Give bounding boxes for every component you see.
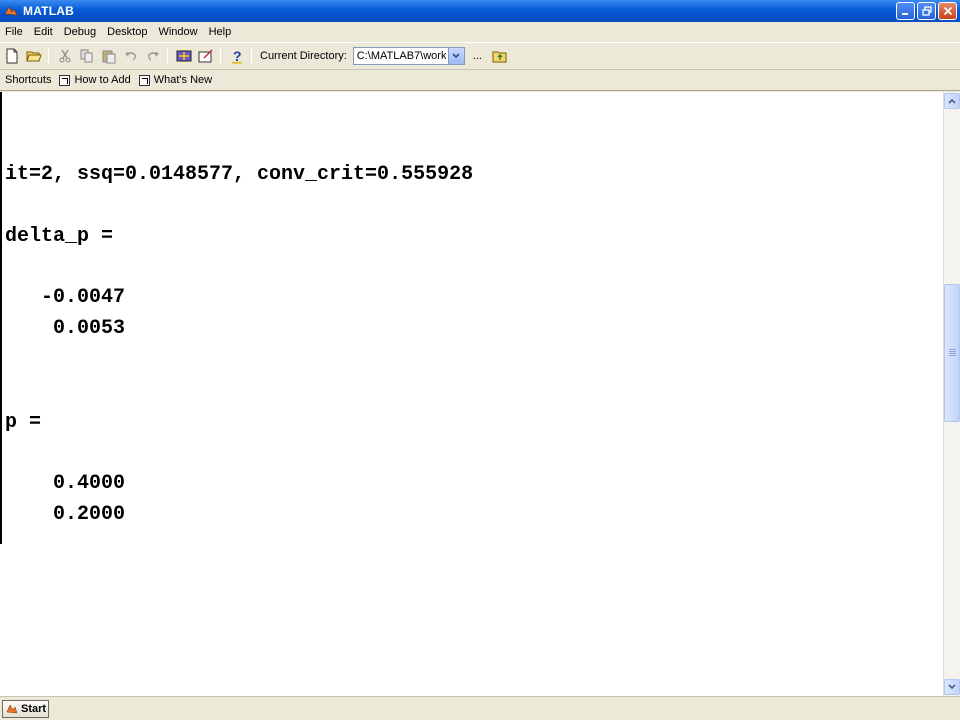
menu-edit[interactable]: Edit [29,22,59,42]
command-output-line: it=2, ssq=0.0148577, conv_crit=0.555928 [5,163,474,186]
shortcut-how-to-add-label: How to Add [74,74,131,86]
toolbar: ? Current Directory: C:\MATLAB7\work ... [0,42,960,70]
toolbar-separator [220,47,221,65]
command-output-line: 0.0053 [5,317,126,340]
shortcut-arrow-icon [59,74,71,86]
toolbar-separator [167,47,168,65]
shortcuts-label[interactable]: Shortcuts [5,74,51,86]
current-directory-value[interactable]: C:\MATLAB7\work [354,50,447,62]
new-file-icon[interactable] [2,46,22,66]
shortcut-arrow-icon [138,74,150,86]
svg-text:?: ? [233,48,242,64]
vertical-scrollbar[interactable] [943,92,960,696]
close-button[interactable] [938,2,957,20]
command-output-line: 0.4000 [5,472,126,495]
status-bar: Start [0,696,960,720]
guide-icon[interactable] [196,46,216,66]
help-icon[interactable]: ? [227,46,247,66]
command-output-line: 0.2000 [5,503,126,526]
matlab-logo-icon [6,703,18,715]
current-directory-combobox[interactable]: C:\MATLAB7\work [352,47,465,65]
command-window-left-border [0,92,2,544]
maximize-button[interactable] [917,2,936,20]
minimize-button[interactable] [896,2,915,20]
command-output-line: -0.0047 [5,286,126,309]
open-folder-icon[interactable] [24,46,44,66]
matlab-logo-icon [4,4,18,18]
chevron-up-icon [948,98,956,104]
simulink-icon[interactable] [174,46,194,66]
shortcuts-bar: Shortcuts How to Add What's New [0,70,960,91]
chevron-down-icon [948,684,956,690]
redo-icon[interactable] [143,46,163,66]
command-window[interactable]: it=2, ssq=0.0148577, conv_crit=0.555928 … [0,92,943,696]
shortcut-how-to-add[interactable]: How to Add [59,74,131,86]
scroll-up-button[interactable] [944,93,960,109]
command-output-line: delta_p = [5,225,114,248]
browse-directory-button[interactable]: ... [473,50,482,62]
shortcut-whats-new[interactable]: What's New [138,74,213,86]
toolbar-separator [251,47,252,65]
menu-file[interactable]: File [0,22,29,42]
cut-icon[interactable] [55,46,75,66]
matlab-window: MATLAB File Edit Debug Desktop Window He… [0,0,960,720]
toolbar-separator [48,47,49,65]
copy-icon[interactable] [77,46,97,66]
window-controls [896,2,957,20]
window-title: MATLAB [23,4,74,18]
paste-icon[interactable] [99,46,119,66]
menu-debug[interactable]: Debug [59,22,102,42]
current-directory-label: Current Directory: [260,50,347,62]
start-label: Start [21,703,47,715]
up-folder-icon[interactable] [490,46,510,66]
shortcut-whats-new-label: What's New [153,74,213,86]
menu-bar: File Edit Debug Desktop Window Help [0,22,960,42]
command-output-line: p = [5,411,42,434]
undo-icon[interactable] [121,46,141,66]
chevron-down-icon[interactable] [447,48,464,64]
title-bar[interactable]: MATLAB [0,0,960,22]
menu-desktop[interactable]: Desktop [102,22,153,42]
scroll-down-button[interactable] [944,679,960,695]
menu-window[interactable]: Window [153,22,203,42]
scroll-grip-icon [949,349,956,357]
menu-help[interactable]: Help [204,22,238,42]
scroll-thumb[interactable] [944,284,960,422]
start-button[interactable]: Start [2,700,49,718]
